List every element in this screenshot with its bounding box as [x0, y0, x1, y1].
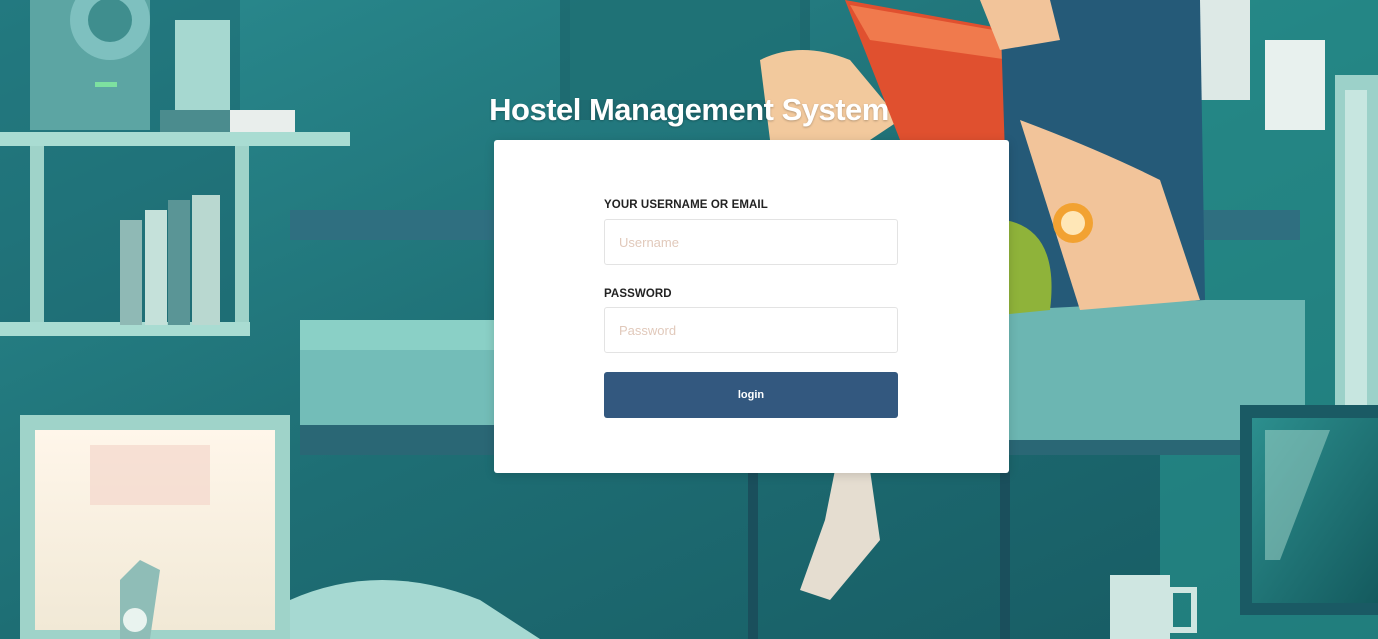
username-label: YOUR USERNAME OR EMAIL [604, 199, 768, 211]
login-button[interactable]: login [604, 372, 898, 418]
login-page: Hostel Management System YOUR USERNAME O… [0, 0, 1378, 639]
page-title: Hostel Management System [489, 92, 889, 127]
login-form: YOUR USERNAME OR EMAIL PASSWORD login [494, 140, 1009, 473]
username-input[interactable] [604, 219, 898, 265]
password-label: PASSWORD [604, 288, 672, 300]
password-input[interactable] [604, 307, 898, 353]
